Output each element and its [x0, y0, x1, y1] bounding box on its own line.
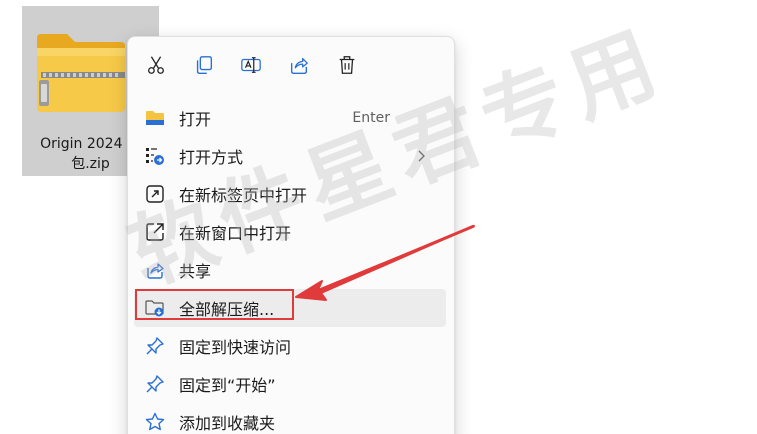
menu-item-extract-all[interactable]: 全部解压缩... — [134, 289, 446, 327]
extract-icon — [144, 297, 166, 319]
context-menu-items: 打开 Enter 打开方式 在新标签页中打开 在新窗口中打开 共享 全部解压缩.… — [134, 99, 446, 434]
menu-item-label: 打开方式 — [179, 148, 244, 167]
star-icon — [144, 411, 166, 433]
menu-item-share[interactable]: 共享 — [134, 251, 446, 289]
new-tab-icon — [144, 183, 166, 205]
menu-item-pin-quick-access[interactable]: 固定到快速访问 — [134, 327, 446, 365]
menu-item-label: 固定到“开始” — [179, 376, 276, 395]
menu-item-open-new-tab[interactable]: 在新标签页中打开 — [134, 175, 446, 213]
desktop: Origin 2024 安 包.zip — [0, 0, 757, 434]
menu-item-open-with[interactable]: 打开方式 — [134, 137, 446, 175]
rename-icon — [241, 57, 261, 73]
share-button[interactable] — [281, 45, 317, 85]
copy-icon — [196, 56, 213, 74]
chevron-right-icon — [418, 150, 425, 162]
cut-icon — [148, 56, 164, 74]
menu-item-label: 在新标签页中打开 — [179, 186, 308, 205]
share-icon — [290, 57, 308, 74]
copy-button[interactable] — [186, 45, 222, 85]
rename-button[interactable] — [233, 45, 269, 85]
menu-item-open-new-window[interactable]: 在新窗口中打开 — [134, 213, 446, 251]
share-icon — [144, 259, 166, 281]
menu-item-label: 全部解压缩... — [179, 300, 275, 319]
open-with-icon — [144, 145, 166, 167]
delete-icon — [339, 56, 355, 74]
menu-item-label: 在新窗口中打开 — [179, 224, 292, 243]
quick-actions-bar — [136, 45, 446, 85]
zip-folder-icon — [33, 24, 129, 120]
menu-item-label: 固定到快速访问 — [179, 338, 292, 357]
menu-item-pin-start[interactable]: 固定到“开始” — [134, 365, 446, 403]
new-window-icon — [144, 221, 166, 243]
pin-icon — [144, 335, 166, 357]
pin-icon — [144, 373, 166, 395]
menu-item-label: 共享 — [179, 262, 212, 281]
menu-item-label: 打开 — [179, 110, 212, 129]
menu-item-label: 添加到收藏夹 — [179, 414, 276, 433]
menu-item-open[interactable]: 打开 Enter — [134, 99, 446, 137]
context-menu: 打开 Enter 打开方式 在新标签页中打开 在新窗口中打开 共享 全部解压缩.… — [127, 36, 455, 434]
folder-icon — [144, 107, 166, 129]
delete-button[interactable] — [329, 45, 365, 85]
cut-button[interactable] — [138, 45, 174, 85]
menu-item-add-favorites[interactable]: 添加到收藏夹 — [134, 403, 446, 434]
shortcut-hint: Enter — [352, 110, 390, 126]
